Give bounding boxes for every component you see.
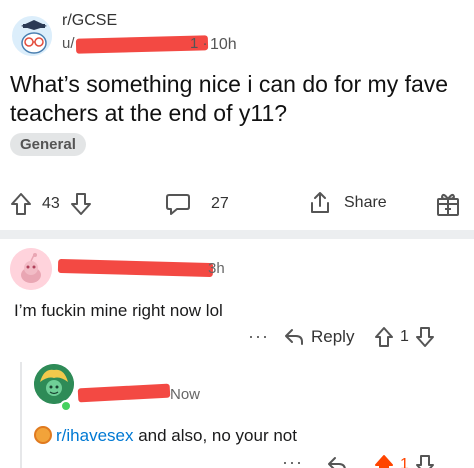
gcse-owl-icon (14, 18, 52, 56)
reply-vote-group: 1 (374, 454, 435, 468)
comment-icon (166, 194, 190, 215)
subreddit-name[interactable]: r/GCSE (62, 12, 117, 30)
post-header: r/GCSE u/ 1 · 10h (10, 10, 470, 58)
comment-count: 27 (211, 195, 229, 212)
redaction-mark (75, 35, 209, 54)
subreddit-avatar[interactable] (10, 14, 54, 58)
meta-dot: 1 · (190, 35, 208, 52)
share-button[interactable]: Share (308, 190, 387, 216)
downvote-icon[interactable] (415, 326, 435, 348)
reply-button[interactable]: Reply (283, 326, 354, 348)
redaction-mark (57, 258, 214, 278)
reply-time: Now (170, 386, 201, 403)
username-fragment: u/ (62, 35, 75, 52)
upvote-icon[interactable] (374, 326, 394, 348)
post-title[interactable]: What’s something nice i can do for my fa… (10, 70, 460, 128)
share-label: Share (344, 194, 387, 211)
downvote-icon[interactable] (70, 192, 92, 216)
comment-time: 3h (208, 260, 225, 277)
reply-icon[interactable] (326, 454, 348, 468)
vote-group: 43 (10, 192, 92, 216)
reply-actions: ··· 1 (0, 452, 474, 468)
post-time: 10h (210, 36, 237, 53)
redaction-mark (77, 383, 171, 403)
reply-label: Reply (311, 327, 355, 346)
post-actions: 43 27 Share (10, 190, 470, 222)
more-options-icon[interactable]: ··· (282, 452, 303, 468)
vote-count: 43 (42, 195, 60, 212)
reply-text: and also, no your not (133, 426, 297, 445)
post-flair[interactable]: General (10, 133, 86, 156)
more-options-icon[interactable]: ··· (248, 326, 269, 347)
reply-vote-count: 1 (400, 456, 409, 468)
comment-vote-group: 1 (374, 326, 435, 348)
upvote-icon[interactable] (10, 192, 32, 216)
subreddit-link[interactable]: r/ihavesex (56, 426, 133, 445)
custom-avatar-icon (34, 364, 74, 404)
reply-commenter-avatar[interactable] (34, 364, 74, 404)
reply-body: r/ihavesex and also, no your not (34, 426, 297, 446)
downvote-icon[interactable] (415, 454, 435, 468)
upvote-active-icon[interactable] (374, 454, 394, 468)
subreddit-icon (34, 426, 52, 444)
share-icon (311, 192, 329, 213)
section-divider (0, 230, 474, 239)
award-button[interactable] (434, 190, 462, 218)
gift-icon (437, 193, 459, 216)
comments-button[interactable]: 27 (165, 192, 229, 216)
comment-vote-count: 1 (400, 328, 409, 345)
snoo-avatar-icon (10, 248, 52, 290)
reply-icon (285, 329, 303, 345)
comment-actions: ··· Reply 1 (0, 324, 474, 352)
online-status-icon (60, 400, 72, 412)
commenter-avatar[interactable] (10, 248, 52, 290)
comment-body: I’m fuckin mine right now lol (14, 301, 223, 320)
post-meta: u/ 1 · 10h (62, 32, 282, 54)
